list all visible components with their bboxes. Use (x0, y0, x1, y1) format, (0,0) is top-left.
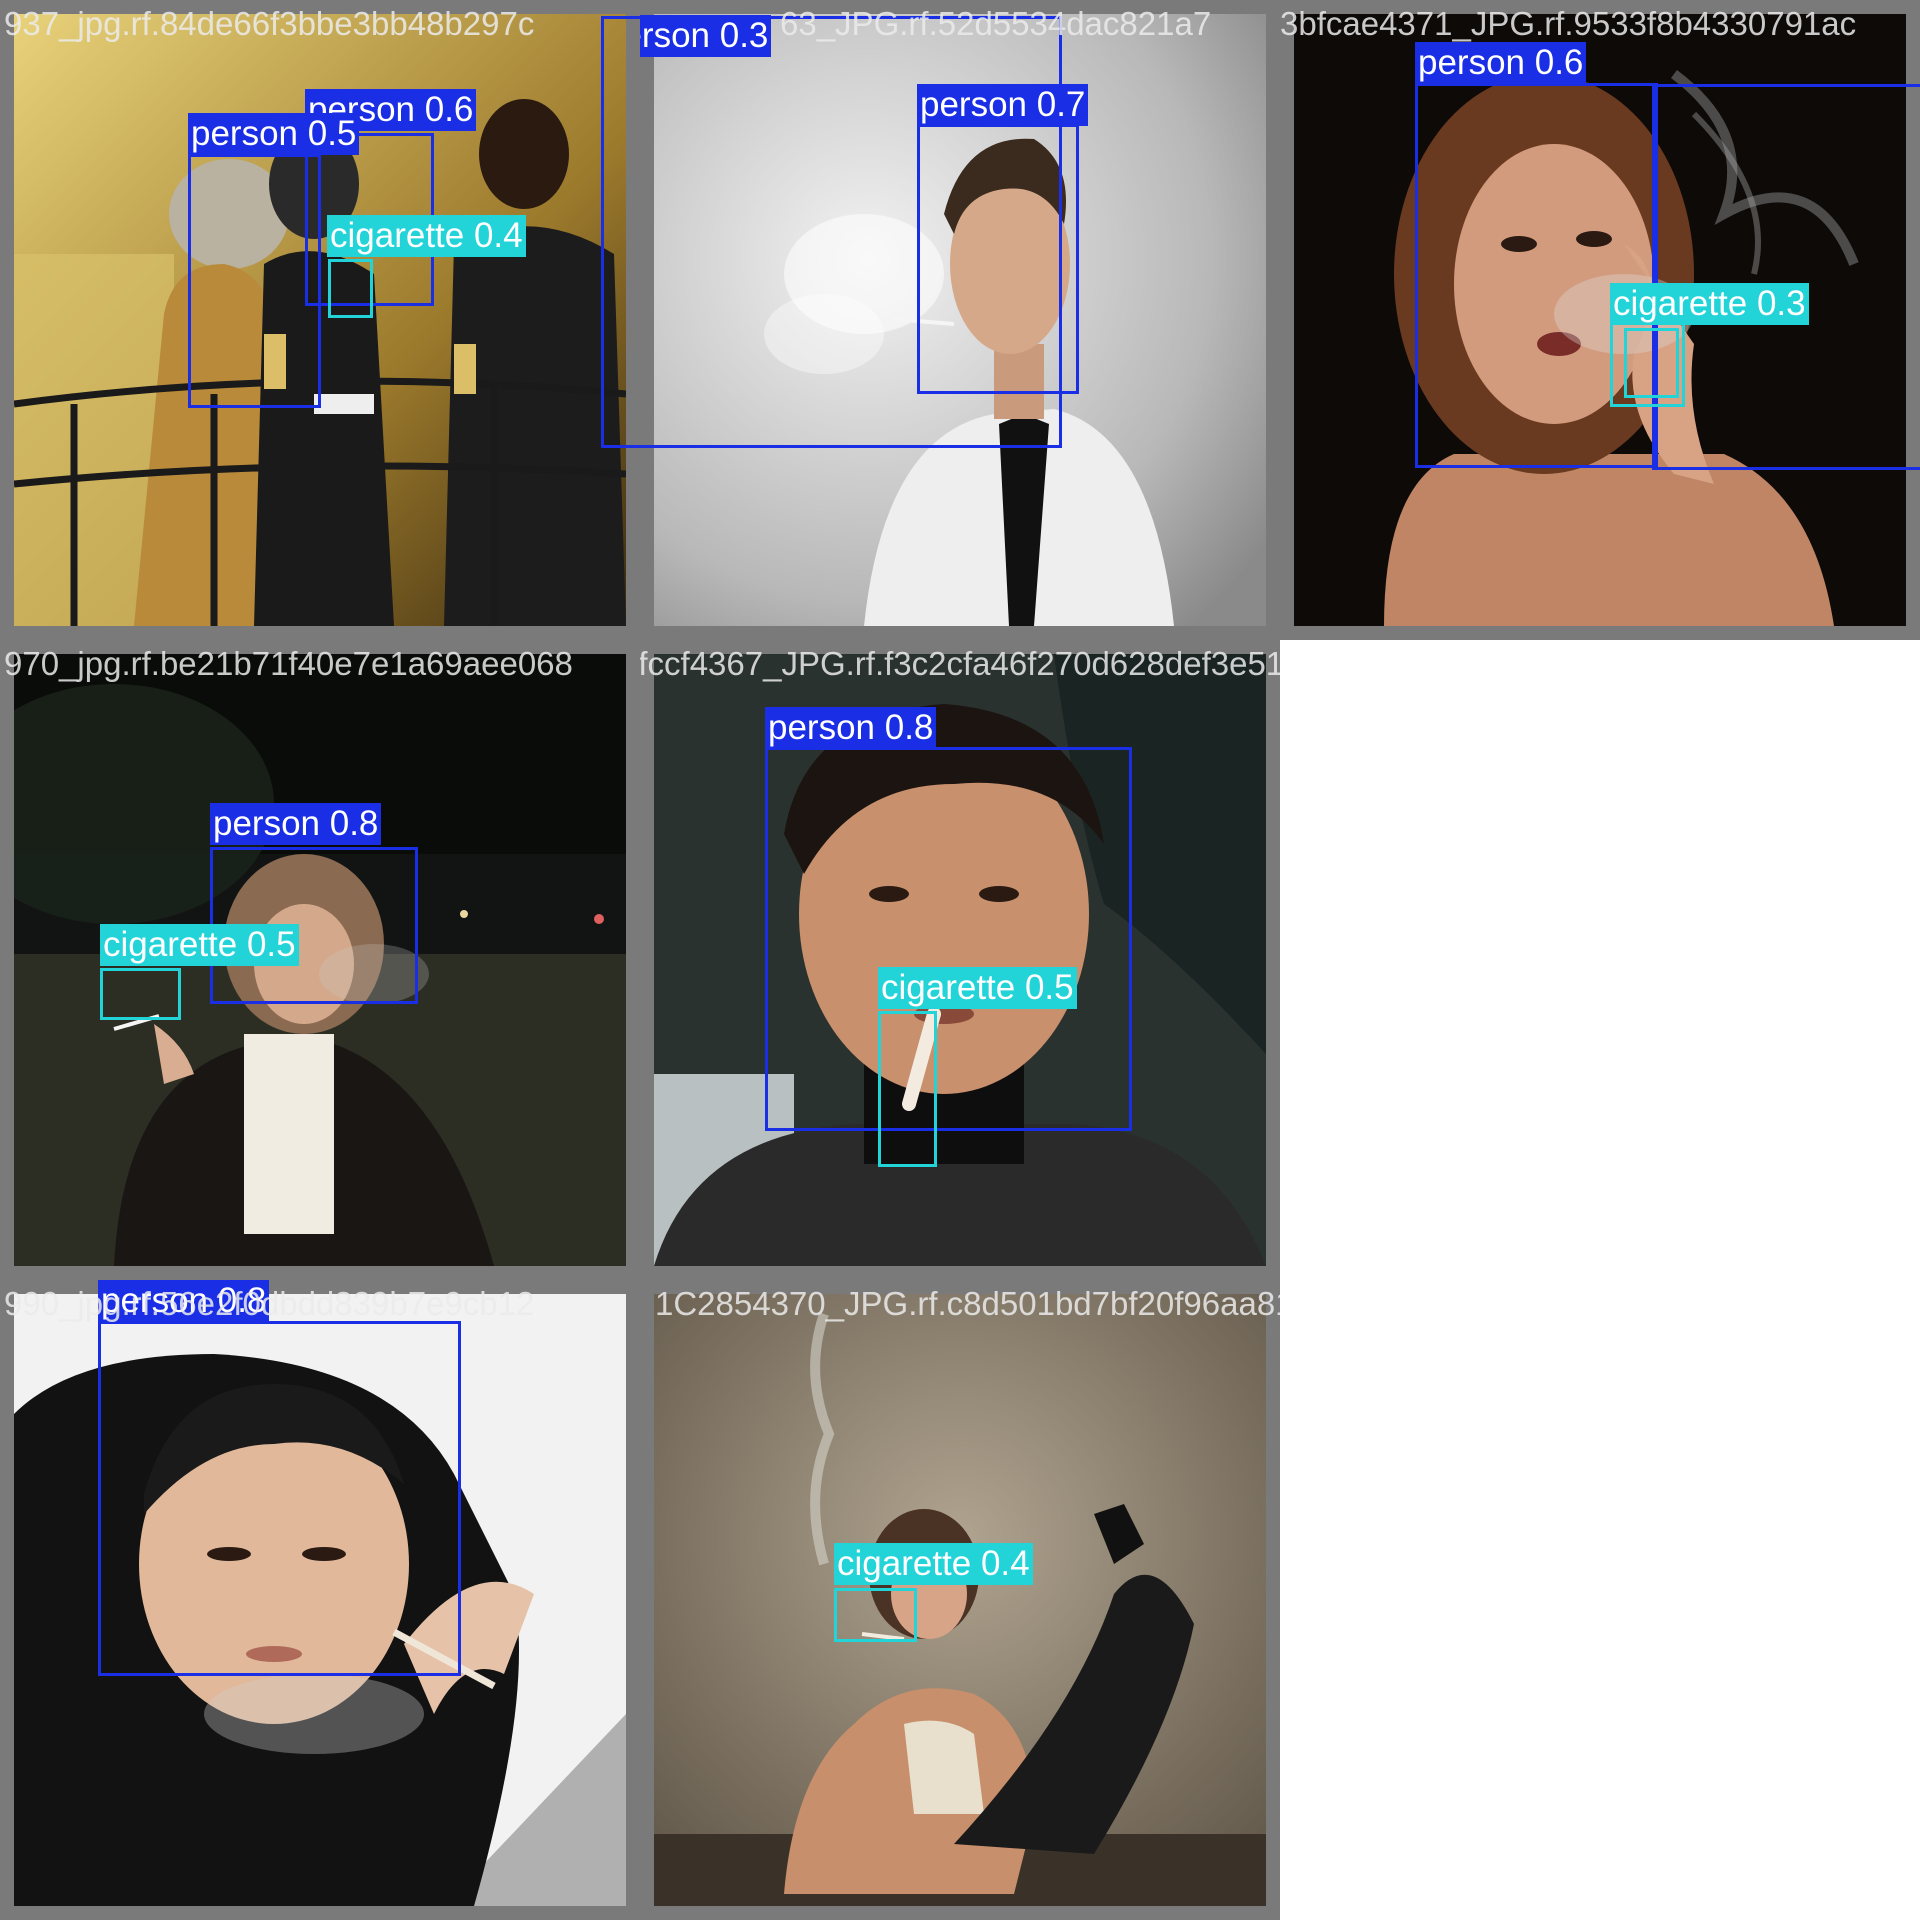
person-detection-label: person 0.3 (640, 15, 772, 57)
image-filename: 990_jpg.rf.56e2f0dbdd839b7e9cb12 (4, 1285, 535, 1322)
cigarette-bounding-box (328, 259, 373, 318)
person-detection-label: person 0.5 (188, 113, 360, 155)
person-detection-label: person 0.8 (765, 707, 937, 749)
person-detection-label: person 0.7 (917, 84, 1089, 126)
tile-2: 63_JPG.rf.52d5534dac821a7 person 0.3 per… (640, 0, 1280, 640)
tile-3: 3bfcae4371_JPG.rf.9533f8b4330791ac perso… (1280, 0, 1920, 640)
image-filename: 1C2854370_JPG.rf.c8d501bd7bf20f96aa81da4… (655, 1285, 1280, 1322)
cigarette-detection-label: cigarette 0.3 (1610, 283, 1809, 325)
image-filename: 937_jpg.rf.84de66f3bbe3bb48b297c (4, 5, 535, 42)
person-bounding-box (98, 1321, 461, 1676)
photo-7 (654, 1294, 1266, 1906)
cigarette-detection-label: cigarette 0.4 (834, 1543, 1033, 1585)
person-bounding-box (1652, 84, 1920, 470)
tile-1: 937_jpg.rf.84de66f3bbe3bb48b297c person … (0, 0, 640, 640)
image-filename: 63_JPG.rf.52d5534dac821a7 (780, 5, 1212, 42)
image-filename: 970_jpg.rf.be21b71f40e7e1a69aee068 (4, 645, 573, 682)
tile-7: 1C2854370_JPG.rf.c8d501bd7bf20f96aa81da4… (640, 1280, 1280, 1920)
person-bounding-box (1415, 83, 1658, 468)
cigarette-bounding-box (878, 1011, 937, 1167)
image-filename: 2fccf4367_JPG.rf.f3c2cfa46f270d628def3e5… (640, 645, 1280, 682)
person-bounding-box (601, 16, 640, 448)
image-filename: 3bfcae4371_JPG.rf.9533f8b4330791ac (1280, 5, 1857, 42)
cigarette-bounding-box (1624, 328, 1679, 398)
person-detection-label: person 0.6 (1415, 42, 1587, 84)
person-detection-label: person 0.8 (210, 803, 382, 845)
cigarette-bounding-box (834, 1588, 917, 1642)
tile-5: 2fccf4367_JPG.rf.f3c2cfa46f270d628def3e5… (640, 640, 1280, 1280)
cigarette-detection-label: cigarette 0.4 (327, 215, 526, 257)
cigarette-bounding-box (100, 968, 181, 1020)
person-bounding-box (917, 124, 1079, 394)
person-bounding-box (188, 154, 321, 408)
person-bounding-box (765, 747, 1132, 1131)
cigarette-detection-label: cigarette 0.5 (100, 924, 299, 966)
photo-7-scene (654, 1294, 1266, 1906)
cigarette-detection-label: cigarette 0.5 (878, 967, 1077, 1009)
tile-4: 970_jpg.rf.be21b71f40e7e1a69aee068 perso… (0, 640, 640, 1280)
tile-6: 990_jpg.rf.56e2f0dbdd839b7e9cb12 person … (0, 1280, 640, 1920)
